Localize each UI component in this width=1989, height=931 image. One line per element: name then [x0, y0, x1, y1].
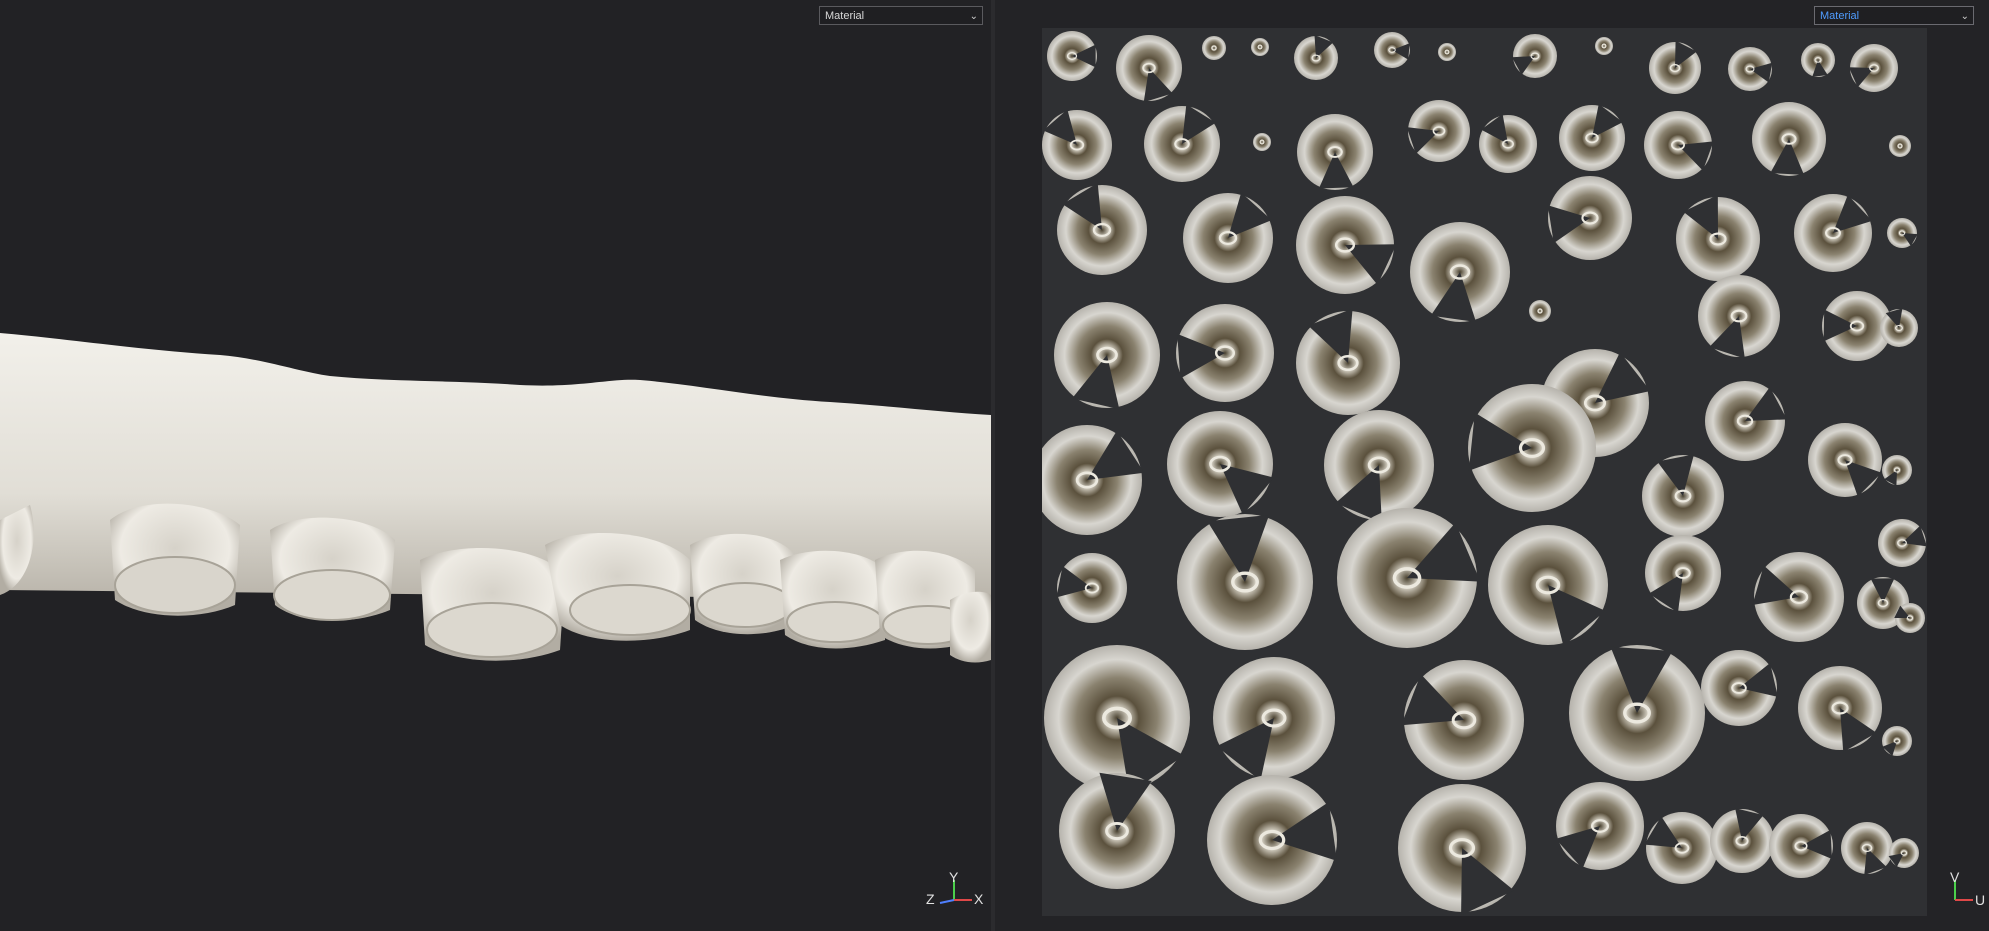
- uv-island[interactable]: [1374, 32, 1410, 68]
- viewport-uv[interactable]: Material ⌄ V U: [995, 0, 1989, 931]
- uv-island[interactable]: [1213, 657, 1335, 781]
- uv-island[interactable]: [1047, 31, 1097, 81]
- uv-island[interactable]: [1176, 304, 1274, 402]
- uv-island[interactable]: [1529, 300, 1551, 322]
- uv-island[interactable]: [1059, 772, 1175, 889]
- uv-island[interactable]: [1054, 302, 1160, 410]
- uv-island[interactable]: [1253, 133, 1271, 151]
- uv-island[interactable]: [1116, 35, 1182, 103]
- uv-island[interactable]: [1808, 423, 1882, 497]
- axis-label-z: Z: [926, 891, 935, 907]
- uv-island[interactable]: [1479, 114, 1537, 173]
- uv-island[interactable]: [1644, 812, 1718, 884]
- uv-island[interactable]: [1595, 37, 1613, 55]
- uv-island[interactable]: [1337, 508, 1481, 648]
- uv-island[interactable]: [1144, 104, 1220, 182]
- axis-gizmo: Y Z X: [926, 869, 984, 907]
- uv-island[interactable]: [1296, 308, 1400, 415]
- uv-island[interactable]: [1642, 454, 1724, 537]
- chevron-down-icon: ⌄: [1960, 11, 1969, 22]
- uv-island[interactable]: [1042, 109, 1112, 180]
- uv-island[interactable]: [1649, 40, 1701, 94]
- uv-island[interactable]: [1701, 650, 1778, 726]
- uv-island[interactable]: [1468, 384, 1596, 512]
- uv-island[interactable]: [1177, 514, 1313, 650]
- axis-label-x: X: [974, 891, 984, 907]
- uv-island[interactable]: [1841, 822, 1893, 876]
- uv-island[interactable]: [1559, 104, 1625, 171]
- uv-island[interactable]: [1511, 34, 1557, 78]
- uv-axis-gizmo: V U: [1950, 869, 1985, 908]
- uv-island[interactable]: [1056, 553, 1127, 623]
- uv-island[interactable]: [1296, 196, 1397, 294]
- mesh-render[interactable]: Y Z X: [0, 0, 991, 931]
- uv-island[interactable]: [1878, 519, 1927, 567]
- axis-label-u: U: [1975, 892, 1985, 908]
- uv-island[interactable]: [1794, 194, 1873, 272]
- uv-island[interactable]: [1676, 194, 1760, 281]
- uv-island[interactable]: [1644, 111, 1714, 179]
- uv-island[interactable]: [1398, 784, 1526, 916]
- uv-island[interactable]: [1401, 660, 1524, 780]
- uv-island[interactable]: [1547, 176, 1632, 260]
- uv-island[interactable]: [1887, 218, 1918, 248]
- uv-island[interactable]: [1798, 666, 1882, 752]
- uv-island[interactable]: [1324, 410, 1434, 523]
- uv-island[interactable]: [1406, 100, 1470, 162]
- uv-island[interactable]: [1555, 782, 1644, 870]
- uv-island[interactable]: [1438, 43, 1456, 61]
- uv-layout-canvas[interactable]: [1042, 28, 1927, 916]
- uv-island[interactable]: [1488, 525, 1608, 647]
- uv-island[interactable]: [1752, 102, 1826, 176]
- uv-island[interactable]: [1183, 192, 1273, 283]
- uv-island[interactable]: [1294, 34, 1338, 80]
- shading-mode-label: Material: [1820, 10, 1860, 22]
- uv-island[interactable]: [1882, 726, 1912, 757]
- uv-island[interactable]: [1202, 36, 1226, 60]
- uv-island[interactable]: [1728, 47, 1773, 91]
- uv-island[interactable]: [1705, 381, 1787, 461]
- viewport-3d[interactable]: Material ⌄ Y Z X: [0, 0, 991, 931]
- uv-island[interactable]: [1710, 808, 1774, 873]
- uv-islands: [1042, 31, 1927, 916]
- uv-island[interactable]: [1769, 814, 1833, 878]
- axis-label-y: Y: [949, 869, 959, 885]
- uv-island[interactable]: [1251, 38, 1269, 56]
- uv-island[interactable]: [1297, 114, 1373, 190]
- uv-island[interactable]: [1698, 275, 1780, 359]
- axis-label-v: V: [1950, 869, 1960, 885]
- uv-island[interactable]: [1167, 411, 1274, 517]
- uv-island[interactable]: [1410, 222, 1510, 322]
- uv-island[interactable]: [1801, 43, 1835, 77]
- uv-island[interactable]: [1044, 645, 1190, 794]
- shading-mode-dropdown-right[interactable]: Material ⌄: [1814, 6, 1974, 25]
- uv-island[interactable]: [1042, 425, 1145, 535]
- uv-island[interactable]: [1848, 44, 1898, 92]
- uv-island[interactable]: [1882, 455, 1912, 486]
- uv-island[interactable]: [1645, 535, 1721, 613]
- uv-island[interactable]: [1057, 182, 1147, 275]
- uv-island[interactable]: [1207, 775, 1337, 905]
- uv-island[interactable]: [1752, 552, 1844, 642]
- uv-island[interactable]: [1569, 645, 1705, 781]
- uv-island[interactable]: [1888, 838, 1919, 868]
- uv-island[interactable]: [1889, 135, 1911, 157]
